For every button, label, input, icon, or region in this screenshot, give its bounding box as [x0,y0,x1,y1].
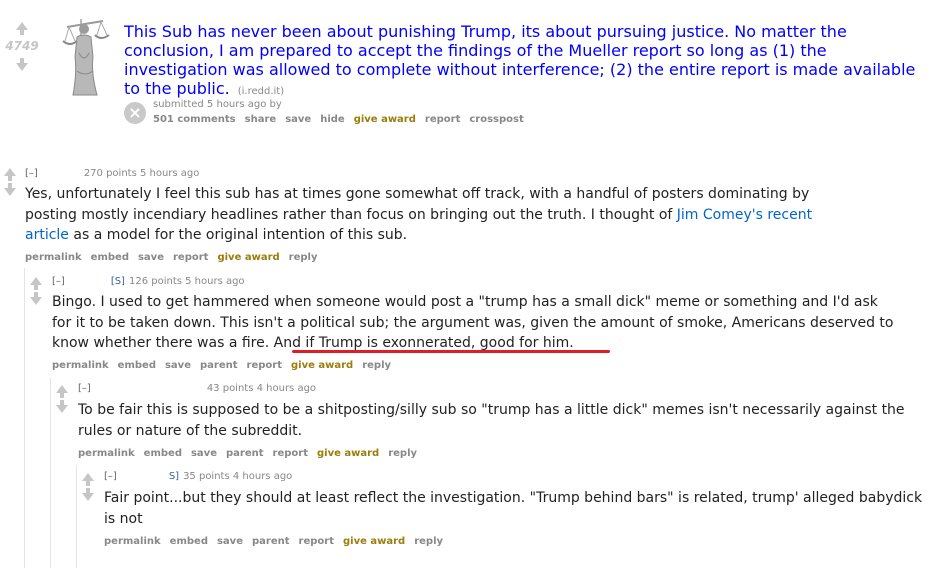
post-tagline: submitted 5 hours ago by [153,99,282,110]
parent-button[interactable]: parent [252,536,290,547]
report-button[interactable]: report [173,252,208,263]
report-button[interactable]: report [247,360,282,371]
give-award-button[interactable]: give award [317,448,379,459]
reply-button[interactable]: reply [414,536,443,547]
permalink-button[interactable]: permalink [78,448,135,459]
thread-line [24,268,25,568]
embed-button[interactable]: embed [170,536,208,547]
comment-tagline: [–] 270 points 5 hours ago [25,168,199,179]
reply-button[interactable]: reply [388,448,417,459]
downvote-icon[interactable] [30,297,42,305]
downvote-icon[interactable] [82,493,94,501]
comment-meta: 43 points 4 hours ago [206,383,317,394]
save-button[interactable]: save [165,360,191,371]
upvote-icon[interactable] [56,385,68,393]
hide-button[interactable]: hide [320,114,345,125]
submitter-badge: S] [168,471,180,482]
submitter-badge: [S] [110,276,125,287]
expand-toggle[interactable]: [–] [52,276,65,287]
save-button[interactable]: save [191,448,217,459]
give-award-button[interactable]: give award [291,360,353,371]
upvote-stem [86,481,90,486]
thread-line [50,378,51,568]
reply-button[interactable]: reply [289,252,318,263]
comment-meta: 270 points 5 hours ago [83,168,200,179]
report-button[interactable]: report [425,114,460,125]
downvote-icon[interactable] [56,405,68,413]
save-button[interactable]: save [217,536,243,547]
reply-button[interactable]: reply [362,360,391,371]
embed-button[interactable]: embed [91,252,129,263]
crosspost-button[interactable]: crosspost [469,114,523,125]
upvote-icon[interactable] [30,277,42,285]
share-button[interactable]: share [245,114,277,125]
permalink-button[interactable]: permalink [104,536,161,547]
post-title[interactable]: This Sub has never been about punishing … [124,22,924,101]
comment-meta: 126 points 5 hours ago [128,276,245,287]
red-underline-annotation [292,350,610,353]
comment-text: as a model for the original intention of… [68,227,408,243]
give-award-button[interactable]: give award [217,252,279,263]
parent-button[interactable]: parent [226,448,264,459]
highlighted-text: And if Trump is exonnerated, good for hi… [273,335,574,351]
comment-buttons: permalink embed save parent report give award… [52,360,400,371]
comment-body: To be fair this is supposed to be a shit… [78,402,905,439]
upvote-stem [34,285,38,290]
expand-toggle[interactable]: [–] [25,168,38,179]
close-icon[interactable]: × [124,102,146,124]
upvote-icon[interactable] [82,473,94,481]
upvote-icon[interactable] [4,168,16,176]
upvote-stem [60,393,64,398]
comment-body: Yes, unfortunately I feel this sub has a… [25,184,845,246]
comment-buttons: permalink embed save parent report give award… [104,536,452,547]
give-award-button[interactable]: give award [343,536,405,547]
post-buttons: 501 comments share save hide give award repor… [153,114,533,125]
parent-button[interactable]: parent [200,360,238,371]
upvote-stem [8,176,12,181]
embed-button[interactable]: embed [144,448,182,459]
permalink-button[interactable]: permalink [25,252,82,263]
comment-tagline: [–] [S] 126 points 5 hours ago [52,276,245,287]
comment-body: Fair point...but they should at least re… [104,490,923,527]
comments-button[interactable]: 501 comments [153,114,236,125]
expand-toggle[interactable]: [–] [78,383,91,394]
embed-button[interactable]: embed [118,360,156,371]
save-button[interactable]: save [138,252,164,263]
comment-tagline: [–] S] 35 points 4 hours ago [104,471,292,482]
expand-toggle[interactable]: [–] [104,471,117,482]
comment-tagline: [–] 43 points 4 hours ago [78,383,316,394]
downvote-icon[interactable] [4,188,16,196]
report-button[interactable]: report [299,536,334,547]
save-button[interactable]: save [285,114,311,125]
comment-buttons: permalink embed save report give award reply [25,252,327,263]
permalink-button[interactable]: permalink [52,360,109,371]
comment-body: Bingo. I used to get hammered when someo… [52,292,897,354]
post-downvote-icon[interactable] [16,63,28,71]
post-domain[interactable]: (i.redd.it) [238,86,284,97]
thread-line [76,465,77,568]
report-button[interactable]: report [273,448,308,459]
post-score: 4749 [5,39,39,53]
lady-justice-thumbnail[interactable] [53,13,115,99]
give-award-button[interactable]: give award [354,114,416,125]
comment-buttons: permalink embed save parent report give award… [78,448,426,459]
post-upvote-stem [20,30,24,35]
comment-meta: 35 points 4 hours ago [183,471,293,482]
post-upvote-icon[interactable] [16,22,28,30]
